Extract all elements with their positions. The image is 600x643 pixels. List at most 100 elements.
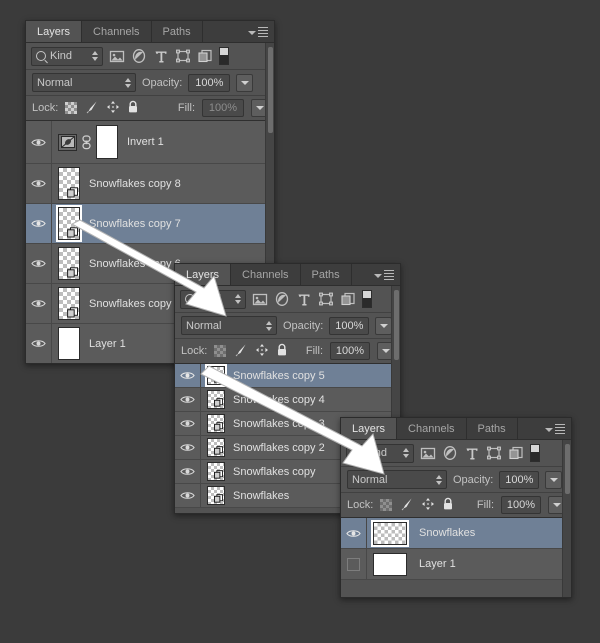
filter-toggle-icon[interactable] (530, 444, 540, 462)
tab-paths[interactable]: Paths (151, 21, 203, 42)
shape-layer-filter-icon[interactable] (175, 48, 191, 64)
layer-thumbnails[interactable] (201, 412, 229, 435)
layer-thumbnails[interactable] (52, 244, 85, 283)
layer-visibility-toggle[interactable] (26, 244, 52, 283)
fill-input[interactable]: 100% (202, 99, 244, 117)
tab-paths[interactable]: Paths (300, 264, 352, 285)
layer-thumbnail[interactable] (207, 390, 225, 409)
tab-layers[interactable]: Layers (26, 21, 83, 42)
layer-thumbnails[interactable] (201, 484, 229, 507)
layer-visibility-toggle[interactable] (26, 121, 52, 163)
lock-image-pixels-icon[interactable] (84, 100, 99, 117)
layer-visibility-toggle[interactable] (175, 436, 201, 459)
table-row[interactable]: Snowflakes copy 5 (175, 364, 400, 388)
blend-mode-stepper-icon[interactable] (430, 474, 442, 485)
layer-thumbnail[interactable] (58, 167, 80, 200)
layer-thumbnails[interactable] (367, 520, 411, 547)
table-row[interactable]: Layer 1 (341, 549, 571, 580)
blend-mode-stepper-icon[interactable] (119, 77, 131, 88)
opacity-input[interactable]: 100% (329, 316, 370, 335)
layer-visibility-toggle[interactable] (175, 364, 201, 387)
opacity-dropdown-icon[interactable] (375, 316, 393, 335)
layer-visibility-toggle[interactable] (175, 412, 201, 435)
lock-transparent-pixels-icon[interactable] (380, 499, 393, 511)
adjustment-layer-filter-icon[interactable] (274, 291, 290, 307)
type-layer-filter-icon[interactable] (464, 445, 480, 461)
panel-3-scrollbar[interactable] (562, 440, 571, 597)
opacity-input[interactable]: 100% (499, 470, 540, 489)
lock-transparent-pixels-icon[interactable] (214, 345, 227, 357)
filter-kind-select[interactable]: Kind (31, 46, 103, 66)
filter-kind-stepper-icon[interactable] (397, 448, 409, 458)
layer-thumbnails[interactable] (52, 324, 85, 363)
layer-visibility-toggle[interactable] (175, 460, 201, 483)
filter-toggle-icon[interactable] (219, 47, 229, 65)
filter-kind-select[interactable]: Kind (180, 289, 246, 309)
adjustment-layer-filter-icon[interactable] (442, 445, 458, 461)
lock-position-icon[interactable] (255, 343, 269, 360)
layer-thumbnail[interactable] (207, 414, 225, 433)
lock-all-icon[interactable] (276, 343, 288, 360)
fill-input[interactable]: 100% (501, 496, 541, 514)
blend-mode-stepper-icon[interactable] (260, 320, 272, 331)
lock-transparent-pixels-icon[interactable] (65, 102, 78, 114)
layer-thumbnails[interactable] (201, 436, 229, 459)
tab-channels[interactable]: Channels (82, 21, 152, 42)
tab-channels[interactable]: Channels (231, 264, 301, 285)
layer-thumbnail[interactable] (58, 287, 80, 320)
layer-visibility-toggle[interactable] (26, 204, 52, 243)
tab-layers[interactable]: Layers (175, 264, 232, 285)
blend-mode-select[interactable]: Normal (32, 73, 136, 92)
filter-kind-select[interactable]: Kind (346, 443, 414, 463)
blend-mode-select[interactable]: Normal (347, 470, 447, 489)
table-row[interactable]: Snowflakes copy 8 (26, 164, 274, 204)
lock-all-icon[interactable] (127, 100, 139, 117)
layer-thumbnail[interactable] (207, 462, 225, 481)
type-layer-filter-icon[interactable] (296, 291, 312, 307)
adjustment-layer-filter-icon[interactable] (131, 48, 147, 64)
layer-thumbnails[interactable] (201, 388, 229, 411)
panel-menu-icon[interactable] (248, 26, 268, 38)
pixel-layer-filter-icon[interactable] (420, 445, 436, 461)
layer-thumbnail[interactable] (207, 438, 225, 457)
panel-menu-icon[interactable] (545, 423, 565, 435)
layer-visibility-toggle[interactable] (26, 284, 52, 323)
tab-layers[interactable]: Layers (341, 418, 398, 439)
lock-image-pixels-icon[interactable] (399, 497, 414, 514)
tab-channels[interactable]: Channels (397, 418, 467, 439)
shape-layer-filter-icon[interactable] (486, 445, 502, 461)
layers-panel-3[interactable]: Layers Channels Paths Kind Normal Opacit… (340, 417, 572, 598)
layer-thumbnail[interactable] (58, 207, 80, 240)
layer-visibility-toggle[interactable] (26, 164, 52, 203)
smart-object-filter-icon[interactable] (340, 291, 356, 307)
blend-mode-select[interactable]: Normal (181, 316, 277, 335)
pixel-layer-filter-icon[interactable] (109, 48, 125, 64)
opacity-input[interactable]: 100% (188, 73, 231, 92)
layer-thumbnail[interactable] (207, 486, 225, 505)
layer-thumbnails[interactable] (52, 204, 85, 243)
fill-input[interactable]: 100% (330, 342, 370, 360)
layer-link-icon[interactable] (81, 134, 92, 150)
table-row[interactable]: Invert 1 (26, 121, 274, 164)
layer-thumbnails[interactable] (201, 460, 229, 483)
layer-thumbnails[interactable] (52, 284, 85, 323)
layer-thumbnail[interactable] (58, 247, 80, 280)
panel-2-scrollbar-thumb[interactable] (394, 290, 399, 360)
layer-thumbnail[interactable] (58, 327, 80, 360)
panel-3-layer-list[interactable]: Snowflakes Layer 1 (341, 518, 571, 597)
lock-all-icon[interactable] (442, 497, 454, 514)
table-row[interactable]: Snowflakes copy 4 (175, 388, 400, 412)
panel-3-scrollbar-thumb[interactable] (565, 444, 570, 494)
layer-thumbnail[interactable] (373, 521, 407, 545)
table-row[interactable]: Snowflakes copy 7 (26, 204, 274, 244)
layer-mask-thumbnail[interactable] (96, 125, 118, 159)
layer-thumbnails[interactable] (52, 122, 123, 162)
panel-menu-icon[interactable] (374, 269, 394, 281)
layer-visibility-toggle[interactable] (175, 484, 201, 507)
table-row[interactable]: Snowflakes (341, 518, 571, 549)
filter-toggle-icon[interactable] (362, 290, 372, 308)
layer-thumbnail[interactable] (373, 552, 407, 576)
layer-thumbnails[interactable] (367, 551, 411, 578)
layer-thumbnails[interactable] (201, 364, 229, 387)
lock-position-icon[interactable] (421, 497, 435, 514)
